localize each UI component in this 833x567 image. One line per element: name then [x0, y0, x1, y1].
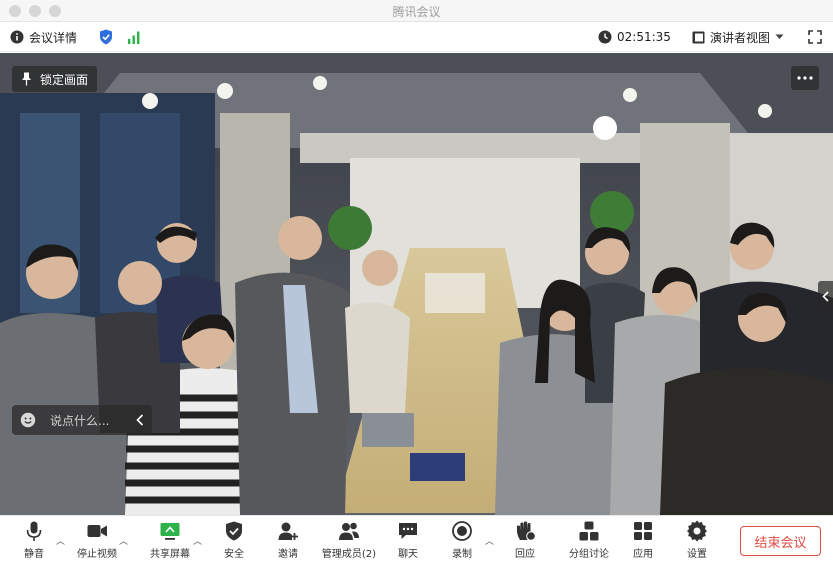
breakout-rooms-icon	[579, 521, 599, 541]
chevron-down-icon	[775, 34, 784, 39]
meeting-details-label: 会议详情	[29, 30, 78, 45]
breakout-rooms-label: 分组讨论	[569, 549, 609, 560]
chat-quick-input[interactable]: 说点什么...	[12, 405, 152, 435]
view-mode-label: 演讲者视图	[710, 30, 771, 45]
settings-label: 设置	[687, 549, 707, 560]
view-mode-dropdown[interactable]: 演讲者视图	[692, 28, 784, 46]
meeting-details-button[interactable]: 会议详情	[10, 28, 77, 46]
record-options-caret[interactable]: ︿	[485, 534, 494, 547]
signal-bars-icon	[128, 31, 140, 44]
apps-label: 应用	[633, 549, 653, 560]
window-titlebar: 腾讯会议	[0, 0, 833, 22]
emoji-icon[interactable]	[20, 412, 36, 428]
expand-panel-button[interactable]	[818, 281, 833, 311]
more-options-button[interactable]	[791, 66, 819, 90]
fullscreen-icon	[808, 30, 822, 44]
share-screen-button[interactable]: 共享屏幕	[140, 520, 200, 560]
audio-options-caret[interactable]: ︿	[56, 534, 65, 547]
record-icon	[452, 521, 472, 541]
more-dots-icon	[797, 76, 813, 80]
record-label: 录制	[452, 549, 472, 560]
timer-value: 02:51:35	[617, 30, 671, 44]
raise-hand-icon	[517, 521, 536, 541]
meeting-toolbar: 静音 ︿ 停止视频 ︿ 共享屏幕 ︿ 安全 邀请 管理成员(2) 聊天 录制 ︿…	[0, 515, 833, 567]
share-options-caret[interactable]: ︿	[193, 534, 202, 547]
record-button[interactable]: 录制	[432, 520, 492, 560]
mute-button[interactable]: 静音	[4, 520, 64, 560]
pin-screen-label: 锁定画面	[40, 72, 89, 87]
chat-bubble-icon	[399, 523, 417, 539]
share-screen-icon	[160, 523, 180, 540]
chat-placeholder: 说点什么...	[50, 413, 110, 428]
video-camera-icon	[87, 525, 107, 537]
stop-video-button[interactable]: 停止视频	[67, 520, 127, 560]
breakout-rooms-button[interactable]: 分组讨论	[559, 520, 619, 560]
window-title: 腾讯会议	[392, 5, 441, 19]
shield-icon	[226, 521, 242, 541]
mute-label: 静音	[24, 549, 44, 560]
reactions-label: 回应	[515, 549, 535, 560]
microphone-icon	[26, 521, 42, 541]
reactions-button[interactable]: 回应	[495, 520, 555, 560]
share-screen-label: 共享屏幕	[150, 549, 190, 560]
fullscreen-button[interactable]	[808, 28, 822, 46]
network-status[interactable]	[127, 28, 141, 46]
stop-video-label: 停止视频	[77, 549, 117, 560]
clock-icon	[598, 30, 612, 44]
settings-button[interactable]: 设置	[667, 520, 727, 560]
gear-icon	[687, 520, 707, 542]
shield-check-icon	[100, 29, 112, 45]
manage-participants-button[interactable]: 管理成员(2)	[317, 520, 381, 560]
chat-button[interactable]: 聊天	[378, 520, 438, 560]
video-frame-image	[0, 53, 833, 515]
participants-label: 管理成员(2)	[321, 549, 377, 560]
pin-icon	[22, 72, 31, 86]
chevron-left-icon	[822, 290, 829, 302]
apps-button[interactable]: 应用	[613, 520, 673, 560]
info-icon	[10, 30, 24, 44]
meeting-info-bar: 会议详情 02:51:35 演讲者视图	[0, 22, 833, 52]
video-options-caret[interactable]: ︿	[119, 534, 128, 547]
end-meeting-button[interactable]: 结束会议	[740, 526, 821, 556]
chevron-left-icon[interactable]	[136, 414, 144, 426]
invite-button[interactable]: 邀请	[258, 520, 318, 560]
security-label: 安全	[224, 549, 244, 560]
pin-screen-button[interactable]: 锁定画面	[12, 66, 98, 92]
main-video-feed: 锁定画面 说点什么...	[0, 53, 833, 515]
apps-grid-icon	[634, 522, 652, 540]
encryption-status[interactable]	[99, 28, 113, 46]
meeting-timer: 02:51:35	[598, 28, 671, 46]
add-person-icon	[278, 522, 298, 540]
speaker-view-icon	[692, 31, 705, 43]
security-button[interactable]: 安全	[204, 520, 264, 560]
chat-label: 聊天	[398, 549, 418, 560]
participants-icon	[339, 522, 359, 540]
invite-label: 邀请	[278, 549, 298, 560]
